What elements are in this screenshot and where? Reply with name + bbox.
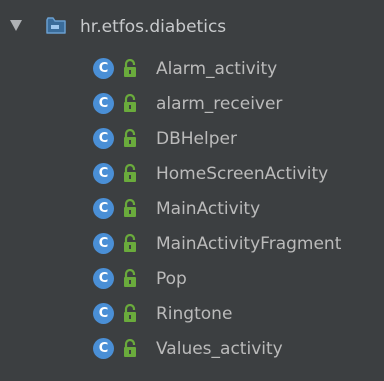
package-node[interactable]: hr.etfos.diabetics [0,12,384,42]
tree-item-alarm-activity[interactable]: C Alarm_activity [0,54,384,84]
class-name: MainActivity [156,199,261,219]
class-name: Values_activity [156,339,283,359]
public-lock-icon [124,339,136,357]
class-icon: C [93,268,114,289]
class-name: alarm_receiver [156,94,283,114]
class-icon: C [93,338,114,359]
class-name: Ringtone [156,304,233,324]
package-name: hr.etfos.diabetics [80,17,227,37]
tree-item-mainactivityfragment[interactable]: C MainActivityFragment [0,229,384,259]
class-name: Alarm_activity [156,59,278,79]
package-folder-icon [46,17,66,34]
public-lock-icon [124,164,136,182]
public-lock-icon [124,304,136,322]
project-tree: hr.etfos.diabetics C Alarm_activity C al… [0,0,384,381]
tree-item-homescreenactivity[interactable]: C HomeScreenActivity [0,159,384,189]
class-icon: C [93,198,114,219]
tree-item-values-activity[interactable]: C Values_activity [0,334,384,364]
public-lock-icon [124,59,136,77]
class-icon: C [93,163,114,184]
tree-item-dbhelper[interactable]: C DBHelper [0,124,384,154]
public-lock-icon [124,234,136,252]
tree-item-mainactivity[interactable]: C MainActivity [0,194,384,224]
class-name: HomeScreenActivity [156,164,329,184]
tree-item-pop[interactable]: C Pop [0,264,384,294]
class-icon: C [93,233,114,254]
class-icon: C [93,58,114,79]
class-name: MainActivityFragment [156,234,342,254]
class-name: DBHelper [156,129,237,149]
expand-arrow-icon[interactable] [10,20,22,31]
class-icon: C [93,93,114,114]
public-lock-icon [124,199,136,217]
public-lock-icon [124,269,136,287]
class-icon: C [93,128,114,149]
class-icon: C [93,303,114,324]
class-name: Pop [156,269,187,289]
tree-item-ringtone[interactable]: C Ringtone [0,299,384,329]
public-lock-icon [124,129,136,147]
tree-item-alarm-receiver[interactable]: C alarm_receiver [0,89,384,119]
public-lock-icon [124,94,136,112]
